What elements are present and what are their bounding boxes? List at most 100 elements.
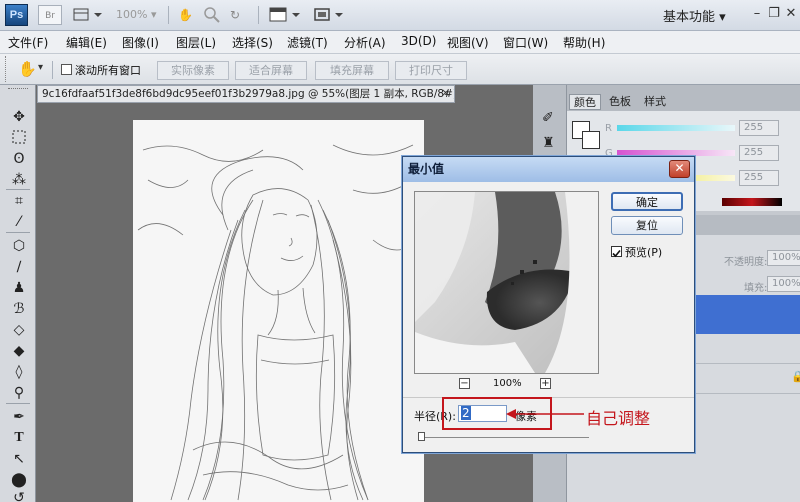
marquee-tool-icon[interactable] <box>10 129 28 149</box>
workspace-label: 基本功能 <box>663 10 716 25</box>
menu-analysis[interactable]: 分析(A) <box>344 34 386 51</box>
minimize-button[interactable]: – <box>750 6 764 22</box>
color-ramp[interactable] <box>722 198 782 206</box>
history-brush-tool-icon[interactable]: ℬ <box>10 299 28 319</box>
options-grip <box>5 56 8 82</box>
eraser-tool-icon[interactable]: ◇ <box>10 320 28 340</box>
radius-slider-thumb[interactable] <box>418 432 425 441</box>
menu-bar: 文件(F) 编辑(E) 图像(I) 图层(L) 选择(S) 滤镜(T) 分析(A… <box>0 31 800 53</box>
separator <box>258 6 259 24</box>
chevron-down-icon[interactable]: ▾ <box>38 62 43 73</box>
preview-zoom-value: 100% <box>493 378 522 389</box>
channel-g-value[interactable]: 255 <box>739 145 779 161</box>
scroll-all-checkbox[interactable] <box>61 64 72 75</box>
restore-button[interactable]: ❐ <box>767 6 781 22</box>
tool-bar: ✥ ʘ ⁂ ⌗ ⁄ ⬡ ∕ ♟ ℬ ◇ ◆ ◊ ⚲ ✒ T ↖ ⬤ ↺ <box>0 85 36 502</box>
menu-filter[interactable]: 滤镜(T) <box>287 34 328 51</box>
br-icon[interactable]: Br <box>38 5 62 25</box>
ellipse-tool-icon[interactable]: ⬤ <box>10 470 28 490</box>
workspace-switcher[interactable]: 基本功能 ▾ <box>663 6 726 25</box>
lock-icon: 🔒 <box>791 370 800 383</box>
title-bar: Ps Br 100% ▾ ✋ ↻ 基本功能 ▾ – ❐ ✕ <box>0 0 800 31</box>
fill-screen-button[interactable]: 填充屏幕 <box>315 61 389 80</box>
channel-r-slider[interactable] <box>617 125 735 131</box>
view-extras-icon[interactable] <box>72 5 104 25</box>
actual-pixels-button[interactable]: 实际像素 <box>157 61 229 80</box>
zoom-icon[interactable] <box>203 5 223 25</box>
photoshop-logo: Ps <box>5 4 28 26</box>
clone-source-icon[interactable]: ♜ <box>542 135 555 151</box>
eyedropper-tool-icon[interactable]: ⁄ <box>10 212 28 232</box>
zoom-level-select[interactable]: 100% ▾ <box>116 5 162 25</box>
menu-view[interactable]: 视图(V) <box>447 34 489 51</box>
dialog-close-button[interactable]: ✕ <box>669 160 690 178</box>
clone-stamp-tool-icon[interactable]: ♟ <box>10 278 28 298</box>
menu-window[interactable]: 窗口(W) <box>503 34 548 51</box>
reset-button[interactable]: 复位 <box>611 216 683 235</box>
crop-tool-icon[interactable]: ⌗ <box>10 191 28 211</box>
channel-r-value[interactable]: 255 <box>739 120 779 136</box>
toolbar-grip <box>8 88 28 91</box>
type-tool-icon[interactable]: T <box>10 428 28 448</box>
channel-r-label: R <box>605 123 612 134</box>
menu-3d[interactable]: 3D(D) <box>401 34 436 48</box>
separator <box>6 232 30 233</box>
document-tab[interactable]: 9c16fdfaaf51f3de8f6bd9dc95eef01f3b2979a8… <box>37 85 455 103</box>
background-swatch[interactable] <box>582 131 600 149</box>
fit-screen-button[interactable]: 适合屏幕 <box>235 61 307 80</box>
zoom-level-value: 100% <box>116 8 148 21</box>
document-canvas[interactable] <box>133 120 424 502</box>
preview-image <box>415 192 598 373</box>
preview-checkbox[interactable] <box>611 246 622 258</box>
zoom-out-button[interactable]: − <box>459 378 470 389</box>
tab-color[interactable]: 颜色 <box>569 94 601 110</box>
tools-preset-icon[interactable]: ✐ <box>542 110 554 126</box>
chevron-down-icon: ▾ <box>719 10 726 25</box>
3d-rotate-tool-icon[interactable]: ↺ <box>10 488 28 502</box>
magic-wand-tool-icon[interactable]: ⁂ <box>10 170 28 190</box>
menu-layer[interactable]: 图层(L) <box>176 34 216 51</box>
menu-edit[interactable]: 编辑(E) <box>66 34 107 51</box>
opacity-label: 不透明度: <box>724 257 768 268</box>
filter-preview[interactable] <box>414 191 599 374</box>
print-size-button[interactable]: 打印尺寸 <box>395 61 467 80</box>
color-panel-header: 颜色 色板 样式 <box>567 85 800 111</box>
options-bar: ✋ ▾ 滚动所有窗口 实际像素 适合屏幕 填充屏幕 打印尺寸 <box>0 53 800 85</box>
hand-tool-icon[interactable]: ✋ <box>18 60 37 78</box>
separator <box>6 403 30 404</box>
zoom-in-button[interactable]: + <box>540 378 551 389</box>
pen-tool-icon[interactable]: ✒ <box>10 407 28 427</box>
paint-bucket-tool-icon[interactable]: ◆ <box>10 341 28 361</box>
lasso-tool-icon[interactable]: ʘ <box>10 149 28 169</box>
close-window-button[interactable]: ✕ <box>784 6 798 22</box>
chevron-down-icon: ▾ <box>150 8 157 21</box>
rotate-icon[interactable]: ↻ <box>230 5 250 25</box>
menu-image[interactable]: 图像(I) <box>122 34 159 51</box>
radius-slider-track[interactable] <box>421 437 589 438</box>
fill-value[interactable]: 100% <box>767 276 800 292</box>
move-tool-icon[interactable]: ✥ <box>10 107 28 127</box>
menu-select[interactable]: 选择(S) <box>232 34 273 51</box>
healing-brush-tool-icon[interactable]: ⬡ <box>10 236 28 256</box>
dodge-tool-icon[interactable]: ⚲ <box>10 383 28 403</box>
brush-tool-icon[interactable]: ∕ <box>10 257 28 277</box>
fill-label: 填充: <box>744 283 768 294</box>
arrange-icon[interactable] <box>268 5 302 25</box>
separator <box>52 61 53 79</box>
separator <box>6 189 30 190</box>
opacity-value[interactable]: 100% <box>767 250 800 266</box>
hand-icon[interactable]: ✋ <box>178 5 198 25</box>
checkmark-icon <box>612 249 621 258</box>
path-selection-tool-icon[interactable]: ↖ <box>10 449 28 469</box>
menu-file[interactable]: 文件(F) <box>8 34 48 51</box>
screen-mode-icon[interactable] <box>312 5 346 25</box>
menu-help[interactable]: 帮助(H) <box>563 34 605 51</box>
dialog-title: 最小值 <box>403 157 694 182</box>
scroll-all-label: 滚动所有窗口 <box>75 64 141 77</box>
channel-b-value[interactable]: 255 <box>739 170 779 186</box>
blur-tool-icon[interactable]: ◊ <box>10 362 28 382</box>
close-tab-icon[interactable]: × <box>441 86 450 99</box>
tab-styles[interactable]: 样式 <box>640 94 670 110</box>
tab-swatches[interactable]: 色板 <box>605 94 635 110</box>
ok-button[interactable]: 确定 <box>611 192 683 211</box>
